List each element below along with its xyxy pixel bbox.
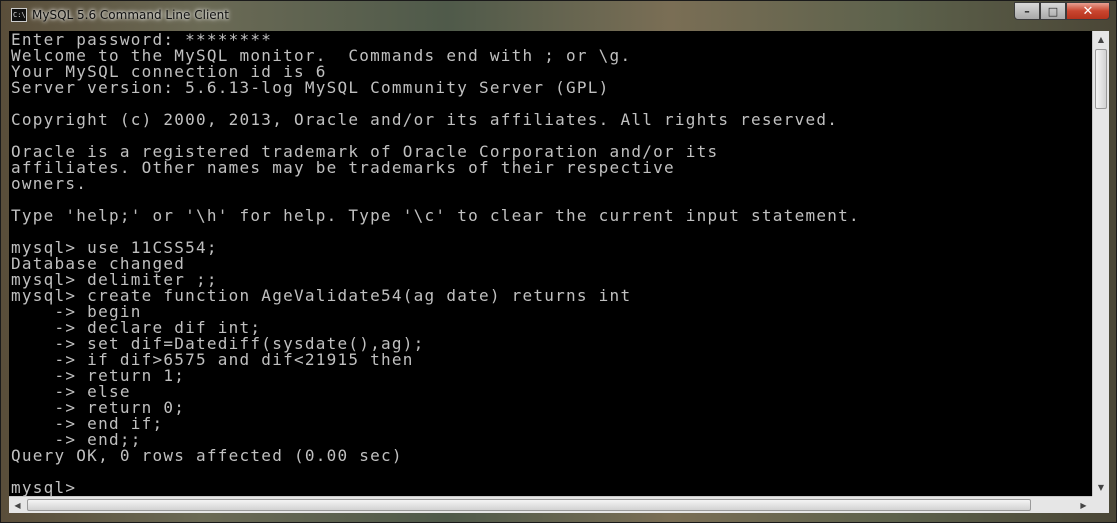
console-text: Enter password: ******** Welcome to the …	[9, 31, 1092, 496]
console-line: owners.	[11, 174, 88, 193]
scrollbar-corner	[1092, 496, 1109, 513]
scroll-up-icon[interactable]: ▲	[1093, 31, 1109, 48]
console-line: Server version: 5.6.13-log MySQL Communi…	[11, 78, 610, 97]
minimize-button[interactable]: –	[1014, 2, 1040, 20]
console-line: affiliates. Other names may be trademark…	[11, 158, 675, 177]
console-app-icon[interactable]: C:\	[11, 8, 27, 22]
console-line: mysql>	[11, 478, 77, 496]
title-bar[interactable]: C:\ MySQL 5.6 Command Line Client – □ ✕	[1, 1, 1116, 31]
caption-buttons: – □ ✕	[1014, 2, 1110, 22]
maximize-icon: □	[1047, 4, 1059, 18]
window-title: MySQL 5.6 Command Line Client	[32, 8, 229, 22]
vertical-scroll-thumb[interactable]	[1095, 49, 1107, 109]
maximize-button[interactable]: □	[1040, 2, 1066, 20]
scroll-down-icon[interactable]: ▼	[1093, 479, 1109, 496]
console-window: C:\ MySQL 5.6 Command Line Client – □ ✕ …	[0, 0, 1117, 523]
minimize-icon: –	[1024, 4, 1030, 18]
console-output[interactable]: Enter password: ******** Welcome to the …	[9, 31, 1092, 496]
vertical-scrollbar[interactable]: ▲ ▼	[1092, 31, 1109, 496]
console-line: Copyright (c) 2000, 2013, Oracle and/or …	[11, 110, 839, 129]
console-line: Query OK, 0 rows affected (0.00 sec)	[11, 446, 403, 465]
scroll-left-icon[interactable]: ◀	[9, 497, 26, 513]
close-button[interactable]: ✕	[1066, 2, 1110, 20]
horizontal-scrollbar[interactable]: ◀ ▶	[9, 496, 1092, 513]
close-icon: ✕	[1082, 3, 1094, 19]
horizontal-scroll-thumb[interactable]	[27, 499, 1031, 511]
scroll-right-icon[interactable]: ▶	[1075, 497, 1092, 513]
console-line: Type 'help;' or '\h' for help. Type '\c'…	[11, 206, 860, 225]
